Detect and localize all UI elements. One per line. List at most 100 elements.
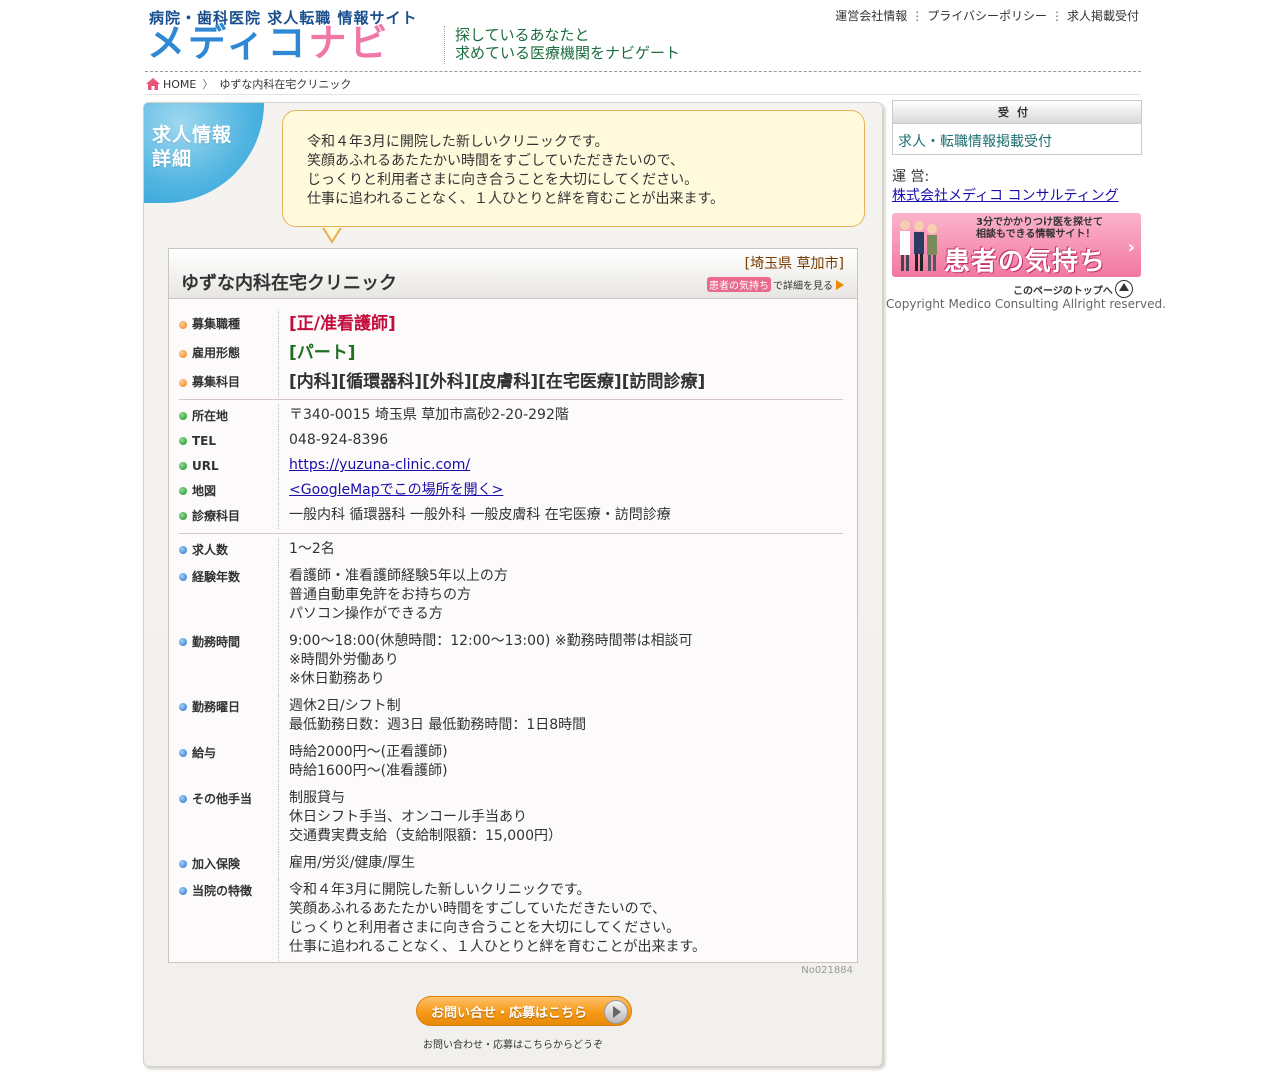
operator-label: 運 営: xyxy=(892,169,930,185)
allowances-value: 制服貸与 休日シフト手当、オンコール手当あり 交通費実費支給（支給制限額：15,… xyxy=(289,790,562,844)
clinic-info: 所在地 〒340-0015 埼玉県 草加市高砂2-20-292階 TEL 048… xyxy=(179,404,843,529)
table-row: 地図 <GoogleMapでこの場所を開く> xyxy=(179,479,843,504)
medical-departments-value: 一般内科 循環器科 一般外科 一般皮膚科 在宅医療・訪問診療 xyxy=(289,507,671,523)
row-label: 診療科目 xyxy=(179,504,279,529)
table-row: 求人数 1〜2名 xyxy=(179,538,843,565)
table-row: 診療科目 一般内科 循環器科 一般外科 一般皮膚科 在宅医療・訪問診療 xyxy=(179,504,843,529)
breadcrumb-separator: 〉 xyxy=(202,78,214,91)
header-divider xyxy=(145,71,1141,72)
slogan: 探しているあなたと 求めている医療機関をナビゲート xyxy=(444,26,680,64)
row-label: URL xyxy=(179,454,279,479)
apply-button[interactable]: お問い合せ・応募はこちら xyxy=(416,996,632,1026)
row-label: 募集職種 xyxy=(179,310,279,339)
row-label: 求人数 xyxy=(179,538,279,565)
nav-privacy-policy[interactable]: プライバシーポリシー xyxy=(927,9,1047,23)
patient-tag: 患者の気持ち xyxy=(707,277,771,292)
site-logo[interactable]: メディコナビ xyxy=(147,24,390,62)
chevron-right-icon: › xyxy=(1127,237,1135,258)
logo-medico: メディコ xyxy=(147,21,309,65)
bubble-text: 令和４年3月に開院した新しいクリニックです。 笑顔あふれるあたたかい時間をすごし… xyxy=(307,134,725,207)
openings-value: 1〜2名 xyxy=(289,541,335,557)
banner-title: 患者の気持ち xyxy=(944,247,1107,277)
page-top-link[interactable]: このページのトップへ xyxy=(1013,280,1133,298)
patient-view-link[interactable]: 患者の気持ち で詳細を見る xyxy=(707,277,844,292)
banner-tagline: 3分でかかりつけ医を探せて 相談もできる情報サイト！ xyxy=(976,217,1104,240)
nav-separator: ⋮ xyxy=(1050,9,1063,23)
table-row: 勤務曜日 週休2日/シフト制 最低勤務日数：週3日 最低勤務時間：1日8時間 xyxy=(179,695,843,741)
site-header: 病院・歯科医院 求人転職 情報サイト メディコナビ 探しているあなたと 求めてい… xyxy=(145,0,1141,74)
table-row: 加入保険 雇用/労災/健康/厚生 xyxy=(179,852,843,879)
row-label: 当院の特徴 xyxy=(179,879,279,963)
job-detail-card: ゆずな内科在宅クリニック [埼玉県 草加市] 患者の気持ち で詳細を見る 募集職… xyxy=(168,248,858,963)
clinic-name: ゆずな内科在宅クリニック xyxy=(181,273,397,294)
working-days-value: 週休2日/シフト制 最低勤務日数：週3日 最低勤務時間：1日8時間 xyxy=(289,698,587,733)
section-divider xyxy=(179,399,843,400)
row-label: 加入保険 xyxy=(179,852,279,879)
patient-link-text: で詳細を見る xyxy=(773,281,833,292)
breadcrumb-current: ゆずな内科在宅クリニック xyxy=(219,78,352,91)
slogan-line-2: 求めている医療機関をナビゲート xyxy=(455,44,681,62)
departments-value: [内科][循環器科][外科][皮膚科][在宅医療][訪問診療] xyxy=(289,372,706,392)
apply-note: お問い合わせ・応募はこちらからどうぞ xyxy=(423,1040,603,1051)
table-row: 所在地 〒340-0015 埼玉県 草加市高砂2-20-292階 xyxy=(179,404,843,429)
patient-banner[interactable]: 3分でかかりつけ医を探せて 相談もできる情報サイト！ 患者の気持ち › xyxy=(892,213,1141,277)
section-divider xyxy=(179,533,843,534)
table-row: その他手当 制服貸与 休日シフト手当、オンコール手当あり 交通費実費支給（支給制… xyxy=(179,787,843,852)
table-row: 給与 時給2000円〜(正看護師) 時給1600円〜(准看護師) xyxy=(179,741,843,787)
experience-value: 看護師・准看護師経験5年以上の方 普通自動車免許をお持ちの方 パソコン操作ができ… xyxy=(289,568,508,622)
table-row: URL https://yuzuna-clinic.com/ xyxy=(179,454,843,479)
table-row: 当院の特徴 令和４年3月に開院した新しいクリニックです。 笑顔あふれるあたたかい… xyxy=(179,879,843,963)
row-label: 所在地 xyxy=(179,404,279,429)
row-label: 給与 xyxy=(179,741,279,787)
nav-job-posting[interactable]: 求人掲載受付 xyxy=(1067,9,1139,23)
people-illustration-icon xyxy=(900,220,937,271)
breadcrumb-divider xyxy=(145,94,1141,95)
table-row: 経験年数 看護師・准看護師経験5年以上の方 普通自動車免許をお持ちの方 パソコン… xyxy=(179,565,843,630)
arrow-right-icon xyxy=(604,1000,628,1024)
nav-company-info[interactable]: 運営会社情報 xyxy=(835,9,907,23)
bubble-tail-inner xyxy=(324,227,340,240)
reception-box: 受付 求人・転職情報掲載受付 xyxy=(892,100,1142,155)
arrow-right-icon xyxy=(836,279,844,290)
breadcrumb-home[interactable]: HOME xyxy=(163,78,196,91)
row-label: TEL xyxy=(179,429,279,454)
table-row: 勤務時間 9:00〜18:00(休憩時間：12:00〜13:00) ※勤務時間帯… xyxy=(179,630,843,695)
row-label: その他手当 xyxy=(179,787,279,852)
employment-type-value: [パート] xyxy=(289,343,356,363)
logo-navi: ナビ xyxy=(308,21,391,65)
table-row: TEL 048-924-8396 xyxy=(179,429,843,454)
insurance-value: 雇用/労災/健康/厚生 xyxy=(289,855,416,871)
home-icon[interactable] xyxy=(145,77,161,91)
clinic-url-link[interactable]: https://yuzuna-clinic.com/ xyxy=(289,457,470,473)
arrow-up-icon xyxy=(1114,280,1133,298)
job-number: No021884 xyxy=(801,965,853,976)
nav-separator: ⋮ xyxy=(911,9,924,23)
row-label: 雇用形態 xyxy=(179,339,279,368)
apply-button-label: お問い合せ・応募はこちら xyxy=(431,1005,588,1021)
reception-link[interactable]: 求人・転職情報掲載受付 xyxy=(898,131,1052,151)
operator-link[interactable]: 株式会社メディコ コンサルティング xyxy=(892,185,1119,205)
job-conditions: 求人数 1〜2名 経験年数 看護師・准看護師経験5年以上の方 普通自動車免許をお… xyxy=(179,538,843,963)
table-row: 雇用形態 [パート] xyxy=(179,339,843,368)
tel-value: 048-924-8396 xyxy=(289,432,389,448)
row-label: 勤務曜日 xyxy=(179,695,279,741)
copyright: Copyright Medico Consulting Allright res… xyxy=(886,297,1166,311)
table-row: 募集職種 [正/准看護師] xyxy=(179,310,843,339)
clinic-location: [埼玉県 草加市] xyxy=(744,256,844,272)
reception-heading: 受付 xyxy=(893,101,1141,124)
section-badge: 求人情報 詳細 xyxy=(144,103,264,203)
breadcrumb: HOME 〉 ゆずな内科在宅クリニック xyxy=(145,76,351,92)
row-label: 募集科目 xyxy=(179,368,279,397)
job-summary: 募集職種 [正/准看護師] 雇用形態 [パート] 募集科目 [内科][循環器科]… xyxy=(179,310,843,397)
google-map-link[interactable]: <GoogleMapでこの場所を開く> xyxy=(289,482,503,498)
table-row: 募集科目 [内科][循環器科][外科][皮膚科][在宅医療][訪問診療] xyxy=(179,368,843,397)
row-label: 地図 xyxy=(179,479,279,504)
speech-bubble: 令和４年3月に開院した新しいクリニックです。 笑顔あふれるあたたかい時間をすごし… xyxy=(282,110,865,227)
working-hours-value: 9:00〜18:00(休憩時間：12:00〜13:00) ※勤務時間帯は相談可 … xyxy=(289,633,693,687)
card-header: ゆずな内科在宅クリニック [埼玉県 草加市] 患者の気持ち で詳細を見る xyxy=(169,249,857,299)
main-panel: 求人情報 詳細 令和４年3月に開院した新しいクリニックです。 笑顔あふれるあたた… xyxy=(143,102,883,1067)
top-nav: 運営会社情報 ⋮ プライバシーポリシー ⋮ 求人掲載受付 xyxy=(835,7,1139,24)
row-label: 勤務時間 xyxy=(179,630,279,695)
page-top-label: このページのトップへ xyxy=(1013,285,1113,297)
slogan-line-1: 探しているあなたと xyxy=(455,26,590,44)
